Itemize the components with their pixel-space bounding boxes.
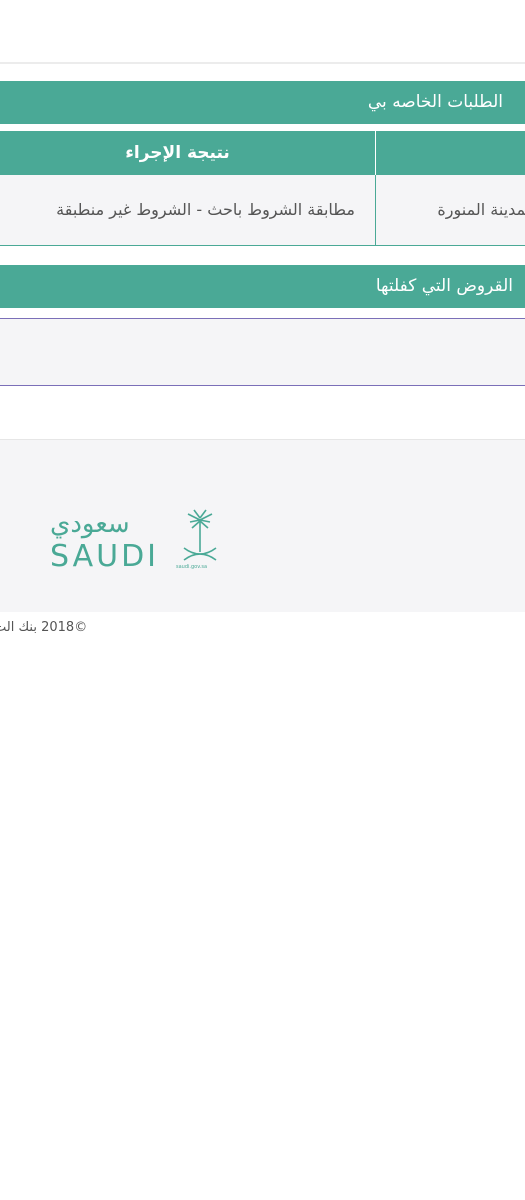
requests-table: نتيجة الإجراء بالمدينة المنورة مطابقة ال… [0,131,525,246]
guaranteed-loans-title: القروض التي كفلتها [375,276,513,296]
table-row: بالمدينة المنورة مطابقة الشروط باحث - ال… [0,175,525,246]
guaranteed-loans-list [0,318,525,386]
saudi-logo[interactable]: سعودي SAUDI saudi.gov.sa [48,508,224,572]
cell-city: بالمدينة المنورة [375,175,525,245]
guaranteed-loans-header: القروض التي كفلتها [0,265,525,308]
cell-result: مطابقة الشروط باحث - الشروط غير منطبقة [56,200,355,219]
column-header-result: نتيجة الإجراء [125,143,230,163]
table-header-row: نتيجة الإجراء [0,131,525,175]
copyright-label: ©2018 بنك الت [0,620,88,635]
column-header-city [375,131,525,175]
logo-domain-text: saudi.gov.sa [176,564,207,570]
top-bar [0,0,525,64]
logo-latin-text: SAUDI [50,539,159,572]
my-requests-header: الطلبات الخاصه بي [0,81,525,124]
logo-arabic-text: سعودي [50,509,130,539]
my-requests-title: الطلبات الخاصه بي [367,92,503,112]
palm-swords-icon [183,509,217,561]
copyright-text: ©2018 بنك الت [0,620,525,635]
